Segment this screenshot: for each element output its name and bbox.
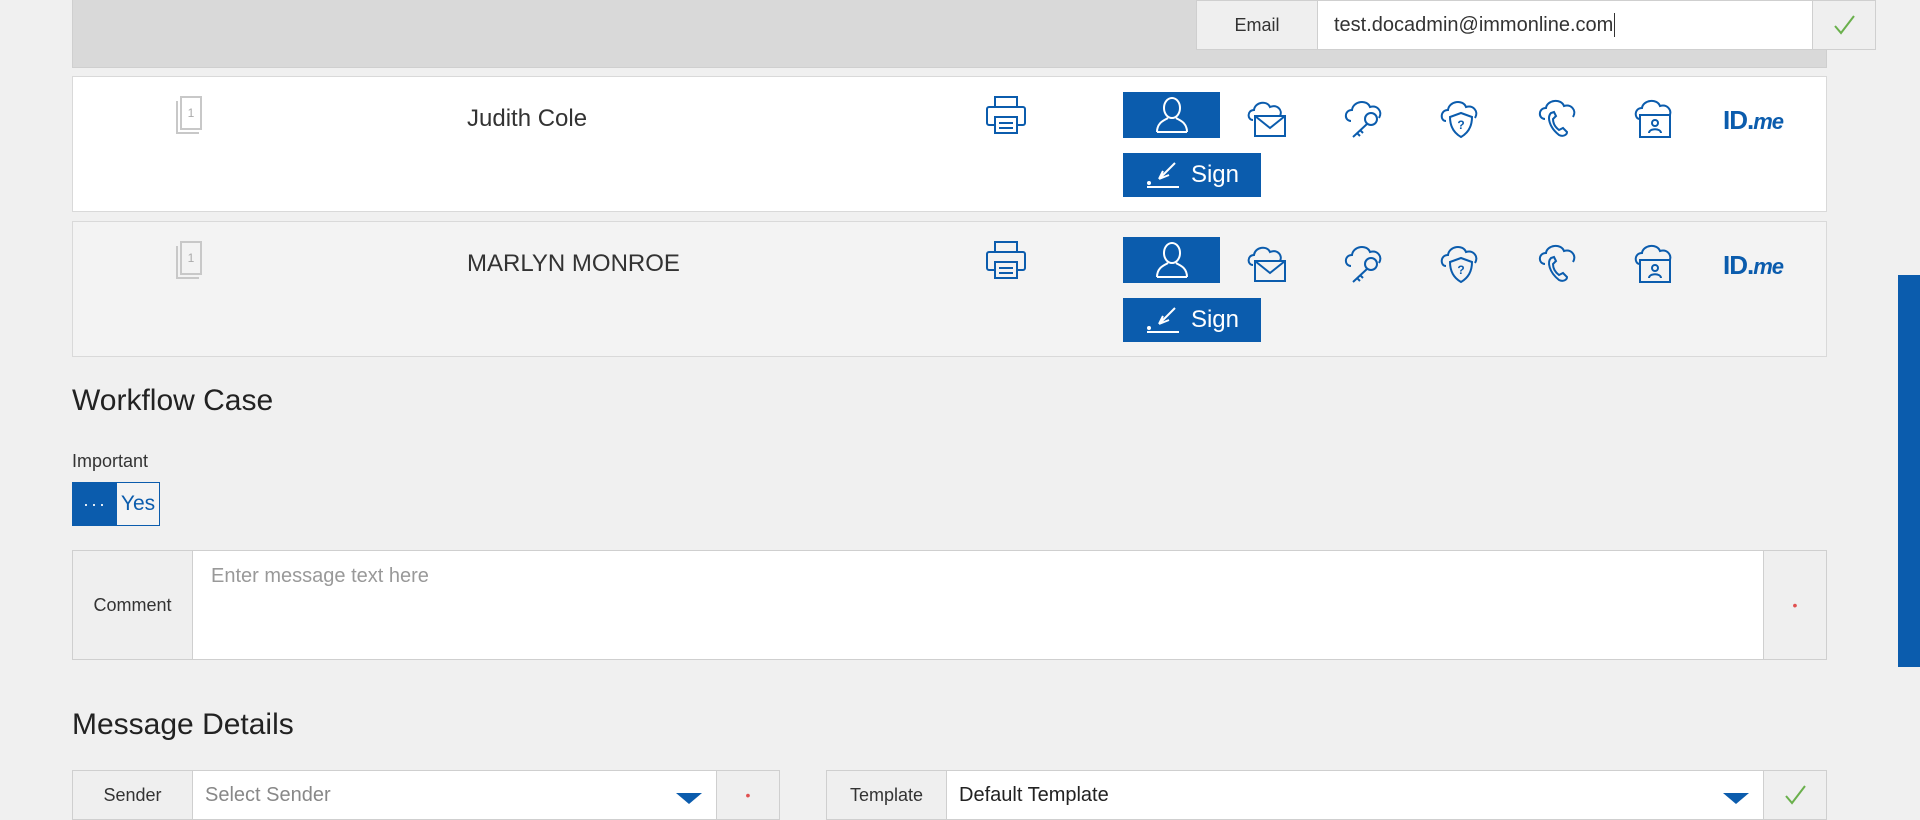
dropdown-arrow-icon [676,793,702,804]
cloud-phone-icon[interactable] [1533,240,1581,286]
email-value: test.docadmin@immonline.com [1334,13,1614,36]
svg-text:?: ? [1457,263,1464,277]
checkmark-icon [1812,1,1875,49]
svg-text:?: ? [1457,118,1464,132]
user-icon[interactable] [1123,92,1220,138]
text-caret [1614,13,1616,37]
toggle-knob: ··· [73,483,117,525]
cloud-key-icon[interactable] [1339,240,1387,286]
cloud-id-card-icon[interactable] [1630,95,1678,141]
svg-text:1: 1 [188,251,195,265]
cloud-mail-icon[interactable] [1243,95,1291,141]
template-label: Template [827,771,947,819]
document-count-icon: 1 [173,95,205,140]
comment-field-group: Comment Enter message text here • [72,550,1827,660]
sender-select[interactable]: Select Sender [193,771,716,819]
email-strip: Email test.docadmin@immonline.com [72,0,1876,68]
sender-placeholder: Select Sender [205,783,331,806]
sign-button[interactable]: Sign [1123,153,1261,197]
comment-label: Comment [73,551,193,659]
cloud-id-card-icon[interactable] [1630,240,1678,286]
printer-icon[interactable] [985,240,1027,285]
toggle-value: Yes [117,483,159,525]
signer-row: 1 Judith Cole ? ID.me Sign [72,76,1827,212]
sign-label: Sign [1190,161,1240,188]
template-field-group: Template Default Template [826,770,1827,820]
cloud-key-icon[interactable] [1339,95,1387,141]
cloud-phone-icon[interactable] [1533,95,1581,141]
id-me-logo[interactable]: ID.me [1723,250,1784,281]
email-label: Email [1197,1,1318,49]
signer-name: MARLYN MONROE [467,250,680,277]
important-toggle[interactable]: ··· Yes [72,482,160,526]
signer-row: 1 MARLYN MONROE ? ID.me Sign [72,221,1827,357]
cloud-shield-question-icon[interactable]: ? [1436,95,1484,141]
id-me-logo[interactable]: ID.me [1723,105,1784,136]
important-label: Important [72,451,149,471]
email-input[interactable]: test.docadmin@immonline.com [1318,1,1812,49]
required-marker: • [716,771,779,819]
signer-name: Judith Cole [467,105,588,132]
required-marker: • [1763,551,1826,659]
email-field-group: Email test.docadmin@immonline.com [1196,0,1876,50]
cloud-mail-icon[interactable] [1243,240,1291,286]
template-value: Default Template [959,783,1109,806]
document-count-icon: 1 [173,240,205,285]
pen-icon [1146,307,1179,333]
pen-icon [1146,162,1179,188]
message-details-title: Message Details [72,708,294,741]
svg-text:1: 1 [188,106,195,120]
sign-label: Sign [1190,306,1240,333]
comment-textarea[interactable]: Enter message text here [193,551,1763,659]
workflow-case-title: Workflow Case [72,384,274,417]
dropdown-arrow-icon [1723,793,1749,804]
checkmark-icon [1763,771,1826,819]
printer-icon[interactable] [985,95,1027,140]
user-icon[interactable] [1123,237,1220,283]
sender-label: Sender [73,771,193,819]
scrollbar-thumb[interactable] [1898,275,1920,667]
cloud-shield-question-icon[interactable]: ? [1436,240,1484,286]
sender-field-group: Sender Select Sender • [72,770,780,820]
sign-button[interactable]: Sign [1123,298,1261,342]
template-select[interactable]: Default Template [947,771,1763,819]
